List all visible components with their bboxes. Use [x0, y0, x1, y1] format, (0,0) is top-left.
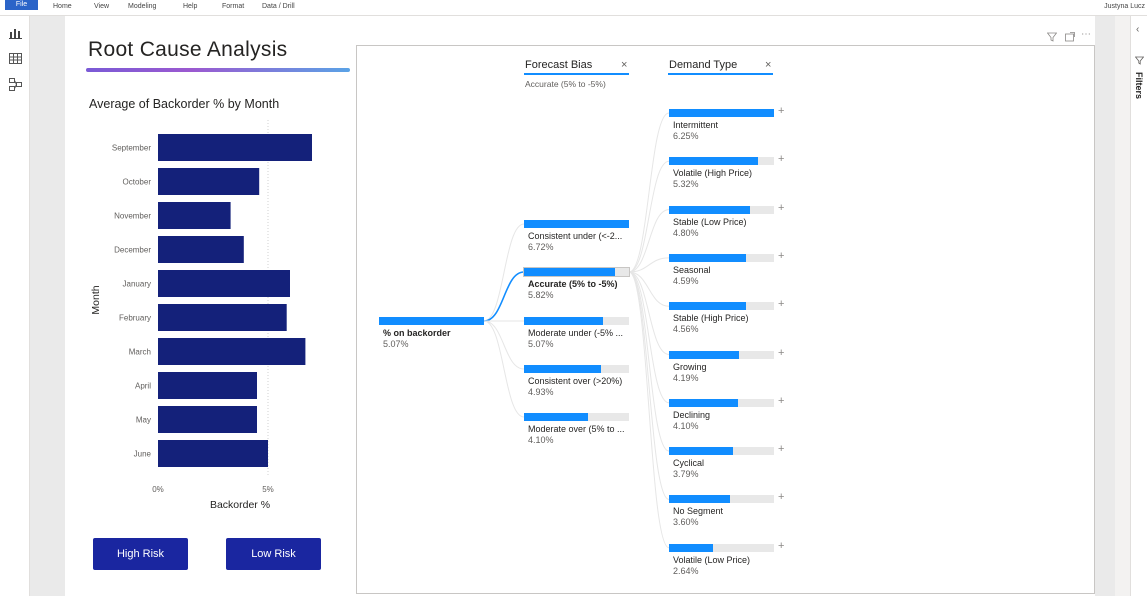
connector-root-bias — [483, 271, 525, 322]
node-bar-fill — [669, 398, 739, 407]
expand-plus-icon[interactable]: + — [778, 540, 784, 552]
connector-bias-demand — [628, 112, 670, 273]
node-label: Intermittent — [673, 120, 719, 130]
node-label: No Segment — [673, 506, 724, 517]
node-value: 5.07% — [528, 339, 554, 349]
node-value: 5.32% — [673, 179, 699, 190]
node-value: 6.25% — [673, 131, 699, 141]
expand-plus-icon[interactable]: + — [778, 491, 784, 503]
node-value: 4.10% — [528, 435, 554, 445]
node-bar[interactable] — [669, 350, 774, 359]
node-value: 4.93% — [528, 387, 554, 397]
node-value: 6.72% — [528, 242, 554, 252]
root-node-bar[interactable] — [379, 317, 484, 325]
node-bar-fill — [669, 205, 750, 214]
node-bar-fill — [524, 413, 589, 421]
connector-root-bias — [483, 223, 525, 322]
level-header-demand-type: Demand Type — [669, 59, 738, 71]
demand-type-underline — [668, 73, 773, 75]
root-node-value: 5.07% — [383, 339, 409, 349]
node-bar-fill — [524, 317, 604, 325]
node-value: 2.64% — [673, 565, 699, 576]
expand-plus-icon[interactable]: + — [778, 153, 784, 165]
node-label: Seasonal — [673, 264, 711, 275]
node-bar-fill — [669, 302, 746, 311]
node-value: 4.19% — [673, 372, 699, 383]
forecast-bias-selection: Accurate (5% to -5%) — [525, 79, 606, 89]
node-label: Cyclical — [673, 458, 705, 469]
expand-plus-icon[interactable]: + — [778, 347, 784, 359]
connector-bias-demand — [628, 271, 670, 355]
node-label: Moderate over (5% to ... — [528, 424, 625, 434]
root-node-label: % on backorder — [383, 328, 451, 338]
node-value: 4.59% — [673, 275, 699, 286]
node-bar[interactable] — [524, 220, 629, 228]
node-value: 4.10% — [673, 420, 699, 431]
forecast-bias-underline — [524, 73, 629, 75]
node-label: Stable (Low Price) — [673, 216, 747, 227]
node-label: Moderate under (-5% ... — [528, 328, 624, 338]
node-bar[interactable] — [669, 302, 774, 311]
node-bar[interactable] — [669, 398, 774, 407]
node-bar-fill — [524, 268, 616, 276]
node-bar[interactable] — [669, 495, 774, 504]
level-header-forecast-bias: Forecast Bias — [525, 59, 593, 71]
node-value: 4.56% — [673, 324, 699, 335]
expand-plus-icon[interactable]: + — [778, 298, 784, 310]
node-label: Consistent over (>20%) — [528, 376, 623, 386]
connector-root-bias — [483, 320, 525, 370]
node-bar-fill — [669, 109, 774, 117]
expand-plus-icon[interactable]: + — [778, 105, 784, 117]
node-bar[interactable] — [669, 157, 774, 166]
node-bar[interactable] — [524, 365, 629, 373]
node-label: Volatile (High Price) — [673, 168, 753, 179]
remove-demand-type-icon[interactable]: × — [765, 59, 771, 71]
node-bar-fill — [669, 543, 714, 552]
expand-plus-icon[interactable]: + — [778, 395, 784, 407]
node-bar[interactable] — [669, 253, 774, 262]
node-bar[interactable] — [669, 109, 774, 117]
node-label: Volatile (Low Price) — [673, 554, 751, 565]
remove-forecast-bias-icon[interactable]: × — [621, 59, 627, 71]
node-bar[interactable] — [669, 205, 774, 214]
connector-bias-demand — [628, 271, 670, 452]
node-bar-fill — [524, 365, 602, 373]
node-label: Declining — [673, 409, 711, 420]
node-label: Growing — [673, 361, 707, 372]
node-bar-fill — [669, 350, 740, 359]
node-bar[interactable] — [669, 543, 774, 552]
node-bar-fill — [669, 495, 730, 504]
node-value: 3.60% — [673, 517, 699, 528]
connector-root-bias — [483, 320, 525, 418]
expand-plus-icon[interactable]: + — [778, 202, 784, 214]
node-label: Accurate (5% to -5%) — [528, 279, 618, 289]
node-value: 3.79% — [673, 469, 699, 480]
connector-bias-demand — [628, 271, 670, 500]
node-bar-fill — [669, 253, 746, 262]
expand-plus-icon[interactable]: + — [778, 250, 784, 262]
node-bar[interactable] — [523, 267, 630, 277]
node-label: Stable (High Price) — [673, 313, 749, 324]
node-bar[interactable] — [524, 413, 629, 421]
node-bar-fill — [669, 157, 759, 166]
root-node-fill — [379, 317, 484, 325]
tree-connectors — [483, 112, 670, 549]
node-value: 4.80% — [673, 227, 699, 238]
expand-plus-icon[interactable]: + — [778, 443, 784, 455]
node-bar[interactable] — [669, 447, 774, 456]
node-bar-fill — [669, 447, 734, 456]
node-label: Consistent under (<-2... — [528, 231, 623, 241]
connector-bias-demand — [628, 160, 670, 273]
node-bar-fill — [524, 220, 629, 228]
node-value: 5.82% — [528, 290, 554, 300]
node-bar[interactable] — [524, 317, 629, 325]
